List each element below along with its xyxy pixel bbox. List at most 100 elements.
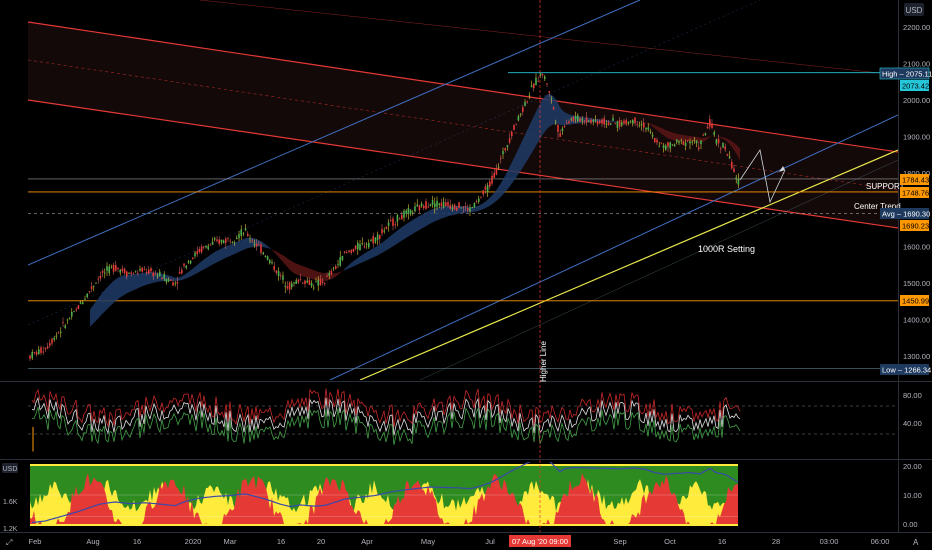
candle-body (165, 279, 168, 283)
candle-body (326, 276, 328, 277)
ema-ribbon-segment (520, 141, 522, 172)
candle-body (315, 281, 317, 283)
ema-ribbon-segment (352, 260, 354, 267)
bottom-axis[interactable]: 20.00 10.00 0.00 (903, 462, 922, 529)
candle-body (150, 268, 152, 272)
candle-body (187, 261, 190, 263)
candle-body (713, 132, 715, 135)
ema-ribbon-segment (462, 205, 464, 214)
ema-ribbon-segment (138, 273, 140, 289)
bottom-left-tick-1: 1.6K (3, 499, 18, 506)
ema-ribbon-segment (690, 136, 692, 142)
candle-body (126, 271, 128, 277)
bottom-tick-20: 20.00 (903, 462, 922, 471)
candle-body (528, 95, 531, 97)
ema-ribbon-segment (516, 149, 518, 178)
candle-body (214, 238, 216, 240)
bottom-tick-0: 0.00 (903, 520, 918, 529)
candle-body (416, 204, 418, 207)
bottom-left-tick-2: 1.2K (3, 526, 18, 533)
candle-body (275, 270, 278, 273)
time-axis[interactable]: Feb Aug 16 2020 Mar 16 20 Apr May Jul Sep Oct 16 28 03… (29, 537, 890, 546)
candle-body (115, 265, 117, 271)
time-label: 06:00 (871, 537, 890, 546)
candle-body (434, 203, 436, 208)
ema-ribbon-segment (376, 245, 378, 257)
candle-body (332, 267, 335, 269)
ema-ribbon-segment (238, 240, 240, 253)
candle-body (132, 273, 135, 275)
candle-body (143, 269, 146, 270)
ema-ribbon-segment (672, 132, 674, 141)
candle-body (526, 101, 528, 103)
ema-ribbon-segment (420, 214, 422, 230)
timezone-icon[interactable]: ⤢ (5, 538, 12, 547)
ema-ribbon-segment (542, 97, 544, 136)
candle-body (475, 201, 478, 202)
ema-ribbon-segment (534, 111, 536, 150)
ema-ribbon-segment (204, 257, 206, 270)
auto-scale-toggle[interactable]: A (913, 538, 919, 547)
candle-body (381, 228, 383, 234)
time-label: May (421, 537, 435, 546)
ema-ribbon-segment (524, 132, 526, 166)
ema-ribbon-segment (544, 95, 546, 133)
candle-body (304, 280, 306, 285)
rsi-tick-40: 40.00 (903, 419, 922, 428)
candle-body (379, 235, 381, 239)
ema-ribbon-segment (306, 267, 308, 278)
candle-body (427, 206, 429, 208)
candle-body (405, 210, 407, 214)
level-1748-text: 1748.76 (902, 189, 929, 198)
candle-body (449, 204, 451, 209)
candle-body (88, 291, 91, 292)
price-tick-2100: 2100.00 (903, 60, 930, 69)
candle-body (225, 238, 227, 243)
candle-body (682, 141, 685, 145)
ema-ribbon-segment (486, 199, 488, 208)
high-badge: High – 2075.11 (879, 67, 932, 80)
ema-ribbon-segment (530, 120, 532, 156)
ema-ribbon-segment (446, 205, 448, 217)
ema-ribbon-segment (666, 130, 668, 139)
candle-body (260, 244, 262, 253)
candle-body (579, 118, 581, 122)
ema-ribbon-segment (228, 244, 230, 257)
candle-body (724, 146, 726, 150)
candle-body (134, 270, 137, 272)
candle-body (354, 245, 357, 249)
ema-ribbon-segment (422, 213, 424, 229)
ema-ribbon-segment (186, 272, 188, 279)
candle-body (101, 270, 104, 273)
ema-ribbon-segment (182, 275, 184, 280)
candle-body (271, 262, 273, 264)
ema-ribbon-segment (104, 288, 106, 313)
candle-body (640, 123, 643, 126)
candle-body (557, 124, 559, 132)
candle-body (174, 282, 176, 284)
candle-body (38, 349, 40, 355)
candle-body (350, 250, 352, 253)
ema-ribbon-segment (174, 277, 176, 281)
candle-body (645, 127, 647, 130)
ema-ribbon-segment (546, 94, 548, 131)
ema-ribbon-segment (560, 107, 562, 126)
chart-svg[interactable]: USD 2200.002100.002000.001900.001800.001… (0, 0, 932, 550)
ema-ribbon-segment (314, 270, 316, 281)
candle-body (236, 237, 238, 239)
candle-body (42, 351, 44, 353)
ema-ribbon-segment (118, 276, 120, 300)
rsi-axis[interactable]: 80.00 40.00 (903, 391, 922, 428)
ema-ribbon-segment (292, 261, 294, 274)
candle-body (530, 85, 533, 88)
candle-body (669, 142, 671, 149)
candle-body (394, 224, 396, 226)
ema-ribbon-segment (488, 197, 490, 207)
candle-body (68, 318, 71, 320)
ema-ribbon-segment (226, 245, 228, 258)
candle-body (251, 240, 253, 242)
candle-body (302, 282, 304, 284)
support-label: SUPPORT (866, 182, 905, 191)
price-tick-2200: 2200.00 (903, 23, 930, 32)
price-tick-1300: 1300.00 (903, 352, 930, 361)
